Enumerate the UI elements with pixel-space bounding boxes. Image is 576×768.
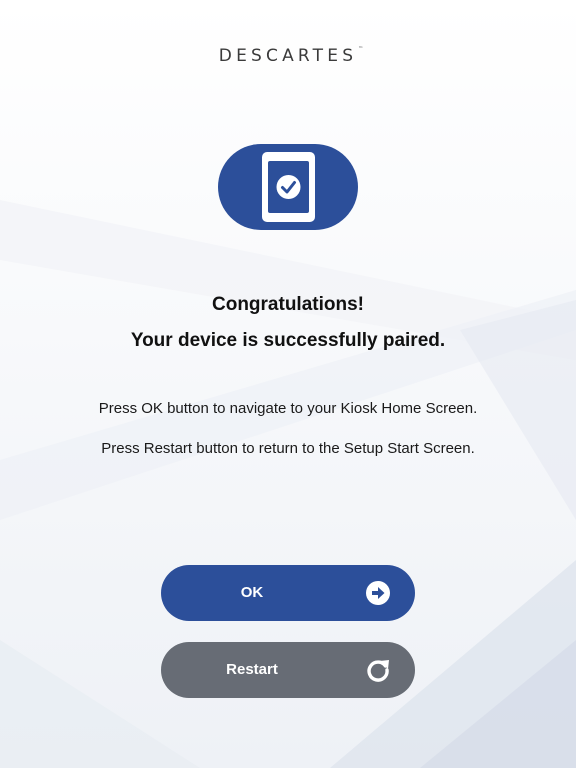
restart-icon	[367, 660, 389, 682]
ok-instruction-text: Press OK button to navigate to your Kios…	[98, 400, 478, 417]
device-paired-icon	[262, 152, 315, 222]
congratulations-heading: Congratulations!	[212, 294, 364, 315]
descartes-logo: DESCARTES ™	[0, 46, 576, 66]
restart-button[interactable]: Restart	[161, 642, 415, 698]
logo-text: DESCARTES ™	[218, 46, 364, 66]
paired-subheading: Your device is successfully paired.	[130, 330, 446, 351]
restart-instruction-text: Press Restart button to return to the Se…	[101, 440, 475, 457]
ok-button[interactable]: OK	[161, 565, 415, 621]
arrow-right-circle-icon	[366, 581, 390, 605]
trademark-mark: ™	[358, 46, 364, 52]
ok-button-label: OK	[240, 584, 264, 601]
device-paired-badge	[218, 144, 358, 230]
restart-button-label: Restart	[226, 661, 278, 678]
